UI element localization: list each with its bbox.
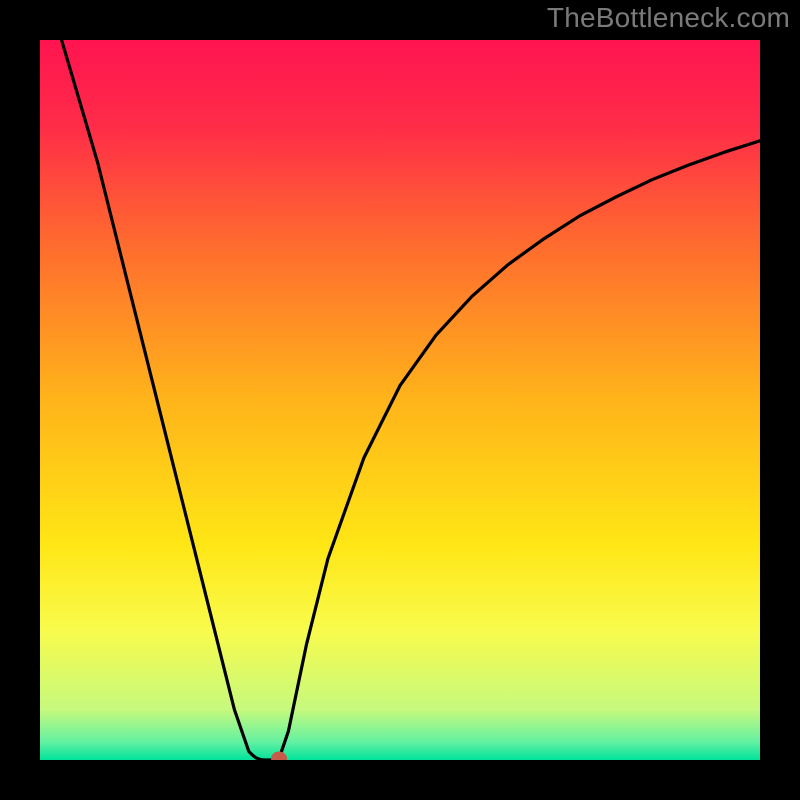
chart-background xyxy=(40,40,760,760)
bottleneck-chart xyxy=(0,0,800,800)
watermark-text: TheBottleneck.com xyxy=(547,2,790,34)
chart-container: TheBottleneck.com xyxy=(0,0,800,800)
